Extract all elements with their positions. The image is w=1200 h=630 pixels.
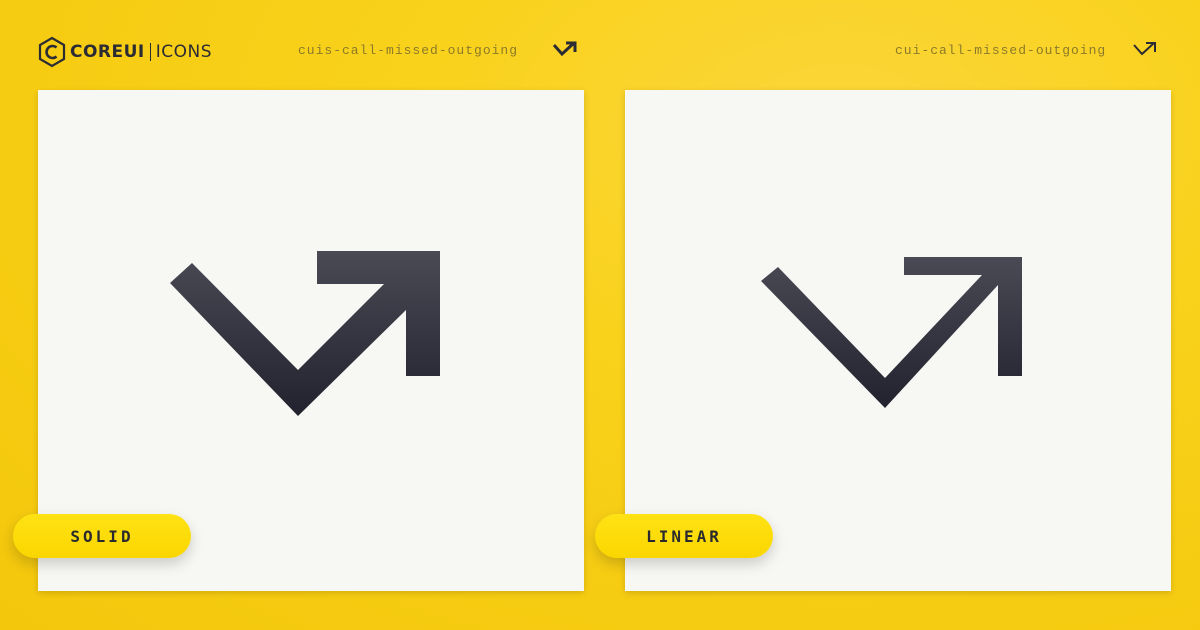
logo-core-text: COREUI (70, 42, 145, 62)
linear-icon-name: cui-call-missed-outgoing (895, 43, 1107, 58)
linear-style-badge: LINEAR (595, 514, 773, 558)
solid-icon-name: cuis-call-missed-outgoing (298, 43, 519, 58)
coreui-hexagon-logo-icon (38, 36, 66, 68)
logo-icons-text: ICONS (155, 42, 213, 62)
call-missed-outgoing-icon (552, 41, 577, 57)
call-missed-outgoing-icon (1133, 42, 1156, 56)
logo-divider (149, 43, 151, 61)
solid-style-badge: SOLID (13, 514, 191, 558)
coreui-icons-logo: COREUI ICONS (38, 36, 212, 68)
